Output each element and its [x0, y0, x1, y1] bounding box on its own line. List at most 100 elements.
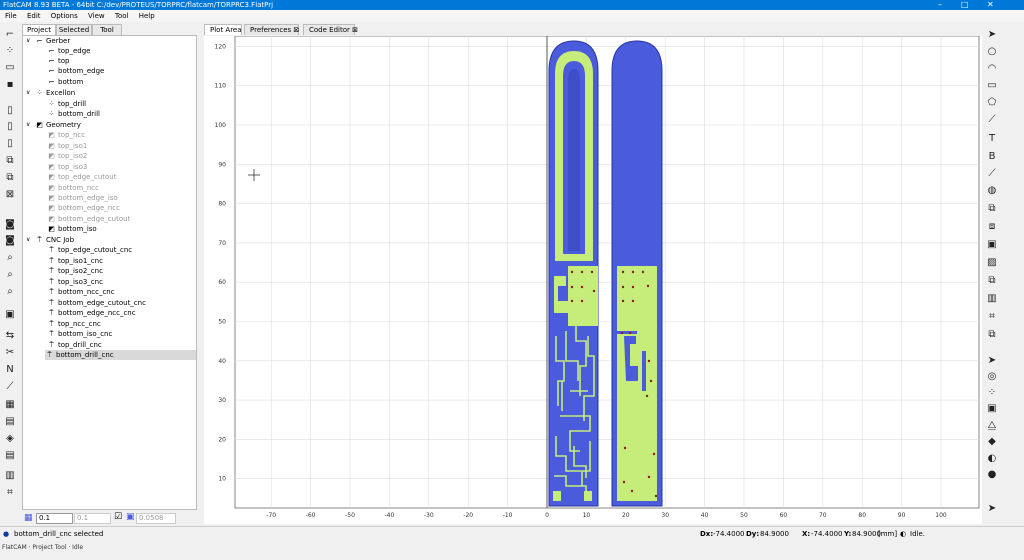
panel-icon[interactable]: ▦ [3, 398, 17, 411]
tree-group-excellon[interactable]: ⁘ Excellon [35, 88, 76, 98]
tree-item[interactable]: ⁘ bottom_drill [47, 109, 100, 119]
tree-group-gerber[interactable]: ⌐ Gerber [35, 36, 71, 46]
new-geometry-icon[interactable]: ▯ [3, 137, 17, 150]
menu-edit[interactable]: Edit [27, 12, 41, 20]
tab-project[interactable]: Project [22, 24, 56, 35]
tree-group-geometry[interactable]: ◩ Geometry [35, 120, 81, 130]
tree-item[interactable]: ⌐ bottom [47, 77, 84, 87]
collapse-arrow-icon[interactable]: ∨ [26, 37, 30, 44]
zoom-out-icon[interactable]: ⌕ [3, 285, 17, 298]
polygon-icon[interactable]: ⬠ [985, 96, 999, 109]
menu-view[interactable]: View [88, 12, 105, 20]
tree-item[interactable]: ⌐ top [47, 56, 70, 66]
menu-file[interactable]: File [5, 12, 17, 20]
tab-plot-area[interactable]: Plot Area [204, 24, 242, 35]
tree-item[interactable]: ⍑ top_drill_cnc [47, 340, 101, 350]
tree-item[interactable]: ◩ bottom_edge_ncc [47, 203, 120, 213]
tree-item[interactable]: ⍑ top_iso2_cnc [47, 266, 103, 276]
open-folder-icon[interactable]: ▭ [3, 61, 17, 74]
arc-icon[interactable]: ◠ [985, 62, 999, 75]
path-icon[interactable]: ⟋ [985, 113, 999, 126]
eraser-icon[interactable]: ◍ [985, 184, 999, 197]
menu-tool[interactable]: Tool [115, 12, 129, 20]
disc-icon[interactable]: ◐ [985, 452, 999, 465]
tree-item[interactable]: ◩ bottom_edge_iso [47, 193, 118, 203]
paste-icon[interactable]: ⧉ [3, 154, 17, 167]
tree-group-cnc[interactable]: ⍑ CNC Job [35, 235, 74, 245]
pad-array-icon[interactable]: ⁘ [985, 386, 999, 399]
tree-item[interactable]: ◩ bottom_edge_cutout [47, 214, 130, 224]
menu-options[interactable]: Options [51, 12, 78, 20]
tree-item[interactable]: ◩ top_ncc [47, 130, 85, 140]
target-icon[interactable]: ◎ [985, 370, 999, 383]
maximize-button[interactable]: □ [961, 0, 969, 10]
zoom-in-icon[interactable]: ⌕ [3, 268, 17, 281]
tree-item[interactable]: ◩ top_edge_cutout [47, 172, 116, 182]
select-icon[interactable]: ➤ [985, 354, 999, 367]
clear-plot-icon[interactable]: ◙ [3, 234, 17, 247]
open-gerber-icon[interactable]: ⌐ [3, 28, 17, 41]
tree-item[interactable]: ⌐ top_edge [47, 46, 91, 56]
copy-shape-icon[interactable]: ⧉ [985, 274, 999, 287]
tree-item-selected[interactable]: ⍑ bottom_drill_cnc [45, 350, 196, 360]
tree-item[interactable]: ◩ bottom_iso [47, 224, 97, 234]
move-icon[interactable]: ⧉ [985, 328, 999, 341]
snap-max-input[interactable]: 0.0508 [136, 513, 176, 524]
menu-help[interactable]: Help [139, 12, 155, 20]
buffer-icon[interactable]: B [985, 150, 999, 163]
tree-item[interactable]: ◩ top_iso1 [47, 141, 87, 151]
film-icon[interactable]: ▤ [3, 415, 17, 428]
tab-selected[interactable]: Selected [56, 24, 92, 35]
delete-shape-icon[interactable]: ▥ [985, 292, 999, 305]
collapse-arrow-icon[interactable]: ∨ [26, 121, 30, 128]
tab-code-editor[interactable]: Code Editor ⊠ [303, 24, 358, 35]
crop-icon[interactable]: ⌗ [3, 486, 17, 499]
intersection-icon[interactable]: ⧈ [985, 220, 999, 233]
snap-y-input[interactable]: 0.1 [74, 513, 111, 524]
tree-item[interactable]: ⍑ top_edge_cutout_cnc [47, 245, 132, 255]
tree-item[interactable]: ⍑ top_iso1_cnc [47, 256, 103, 266]
save-icon[interactable]: ▪ [3, 78, 17, 91]
poligonize-icon[interactable]: ⧋ [985, 419, 999, 432]
plot-svg[interactable]: -70 -60 -50 -40 -30 -20 -10 0 10 20 30 40 50 60 70 80 90… [204, 35, 982, 524]
paint-icon[interactable]: ⟋ [985, 167, 999, 180]
select-icon[interactable]: ➤ [985, 28, 999, 41]
replot-icon[interactable]: ◙ [3, 218, 17, 231]
transform-icon[interactable]: ⌗ [985, 310, 999, 323]
new-file-icon[interactable]: ▯ [3, 120, 17, 133]
tree-item[interactable]: ⍑ bottom_iso_cnc [47, 329, 112, 339]
plot-canvas[interactable]: -70 -60 -50 -40 -30 -20 -10 0 10 20 30 40 50 60 70 80 90… [204, 35, 982, 524]
tree-item[interactable]: ⍑ top_ncc_cnc [47, 319, 100, 329]
tree-item[interactable]: ⍑ bottom_edge_cutout_cnc [47, 298, 146, 308]
copy-icon[interactable]: ⧉ [3, 171, 17, 184]
union-icon[interactable]: ⧉ [985, 202, 999, 215]
close-button[interactable]: ✕ [987, 0, 994, 10]
region-icon[interactable]: ▣ [985, 402, 999, 415]
snap-x-input[interactable]: 0.1 [36, 513, 73, 524]
semi-disc-icon[interactable]: ◆ [985, 435, 999, 448]
tab-close-icon[interactable]: ⊠ [293, 26, 299, 34]
rectangle-icon[interactable]: ▭ [985, 79, 999, 92]
collapse-arrow-icon[interactable]: ∨ [26, 236, 30, 243]
solder-paste-icon[interactable]: ◈ [3, 432, 17, 445]
shell-icon[interactable]: ▣ [3, 308, 17, 321]
subtract-icon[interactable]: ▣ [985, 238, 999, 251]
tree-item[interactable]: ⁘ top_drill [47, 99, 87, 109]
collapse-arrow-icon[interactable]: ∨ [26, 89, 30, 96]
text-icon[interactable]: T [985, 132, 999, 145]
snap-max-icon[interactable]: ▣ [126, 512, 135, 522]
tree-item[interactable]: ◩ top_iso3 [47, 162, 87, 172]
cut-path-icon[interactable]: ▨ [985, 256, 999, 269]
tree-item[interactable]: ⍑ bottom_edge_ncc_cnc [47, 308, 135, 318]
tree-item[interactable]: ⌐ bottom_edge [47, 66, 105, 76]
flip-icon[interactable]: ⇆ [3, 329, 17, 342]
open-excellon-icon[interactable]: ⁘ [3, 44, 17, 57]
tab-close-icon[interactable]: ⊠ [352, 26, 358, 34]
select-icon[interactable]: ➤ [985, 502, 999, 515]
tree-item[interactable]: ⍑ bottom_ncc_cnc [47, 287, 114, 297]
measure-icon[interactable]: ⟋ [3, 380, 17, 393]
delete-icon[interactable]: ⊠ [3, 188, 17, 201]
ncc-icon[interactable]: N [3, 363, 17, 376]
tab-tool[interactable]: Tool [92, 24, 122, 35]
tree-item[interactable]: ◩ top_iso2 [47, 151, 87, 161]
